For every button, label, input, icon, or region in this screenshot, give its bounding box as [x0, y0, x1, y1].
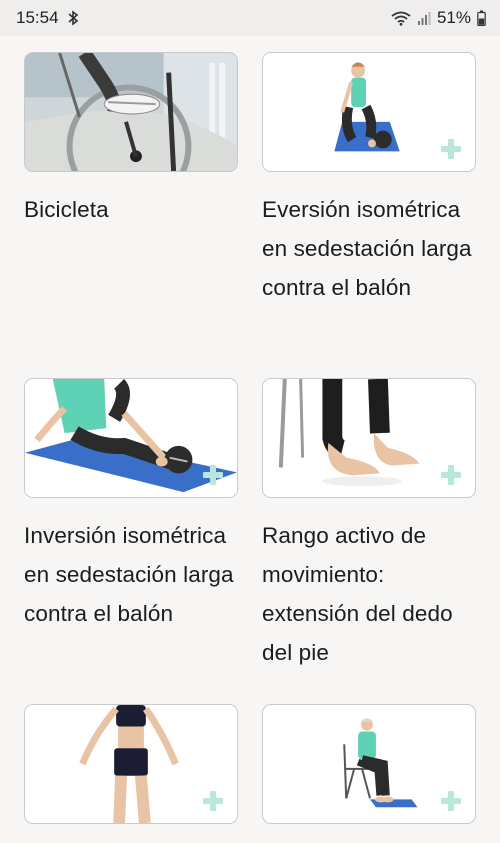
- exercise-thumbnail[interactable]: [262, 52, 476, 172]
- add-icon[interactable]: [441, 791, 461, 811]
- stationary-bike-image: [25, 53, 237, 171]
- exercise-thumbnail[interactable]: [24, 704, 238, 824]
- battery-icon: [477, 10, 486, 26]
- exercise-thumbnail[interactable]: [24, 378, 238, 498]
- status-time: 15:54: [16, 8, 59, 27]
- exercise-grid: Bicicleta Eversión isométrica en sedesta…: [0, 36, 500, 843]
- add-icon[interactable]: [441, 465, 461, 485]
- exercise-card[interactable]: Inversión isométrica en sedestación larg…: [24, 378, 238, 633]
- exercise-thumbnail[interactable]: [24, 52, 238, 172]
- exercise-thumbnail[interactable]: [262, 704, 476, 824]
- battery-percent: 51%: [436, 8, 471, 27]
- add-icon[interactable]: [203, 791, 223, 811]
- exercise-card[interactable]: Bicicleta: [24, 52, 238, 229]
- exercise-title[interactable]: Rango activo de movimiento: extensión de…: [262, 516, 476, 672]
- signal-icon: [417, 12, 431, 25]
- exercise-card[interactable]: [24, 704, 238, 824]
- exercise-card[interactable]: Rango activo de movimiento: extensión de…: [262, 378, 476, 672]
- exercise-card[interactable]: [262, 704, 476, 824]
- add-icon[interactable]: [203, 465, 223, 485]
- exercise-card[interactable]: Eversión isométrica en sedestación larga…: [262, 52, 476, 307]
- add-icon[interactable]: [441, 139, 461, 159]
- exercise-title[interactable]: Bicicleta: [24, 190, 238, 229]
- wifi-icon: [391, 11, 411, 26]
- exercise-title[interactable]: Eversión isométrica en sedestación larga…: [262, 190, 476, 307]
- exercise-thumbnail[interactable]: [262, 378, 476, 498]
- status-bar: 15:54 51%: [0, 0, 500, 36]
- bluetooth-icon: [68, 10, 78, 26]
- exercise-title[interactable]: Inversión isométrica en sedestación larg…: [24, 516, 238, 633]
